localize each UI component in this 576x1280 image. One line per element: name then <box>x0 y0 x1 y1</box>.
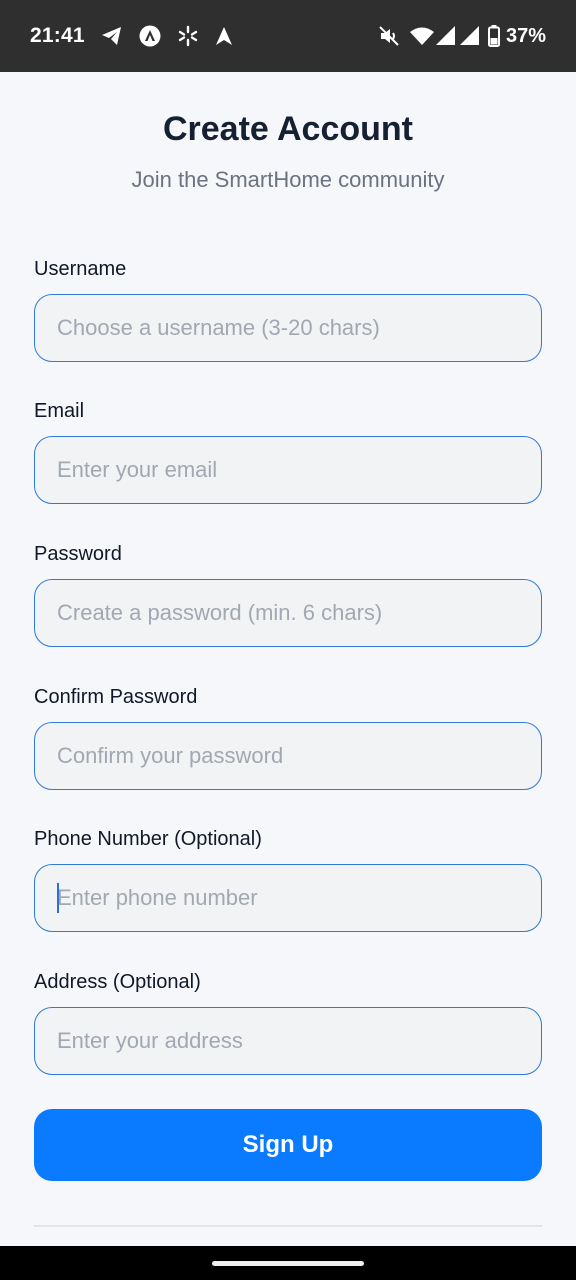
signup-screen: Create Account Join the SmartHome commun… <box>0 72 576 1246</box>
confirm-password-input[interactable] <box>34 722 542 790</box>
username-label: Username <box>34 258 127 280</box>
phone-input[interactable] <box>34 864 542 932</box>
mute-icon <box>378 25 400 47</box>
navigation-bar <box>0 1246 576 1280</box>
battery-icon <box>487 25 500 47</box>
status-left: 21:41 <box>30 24 233 48</box>
page-subtitle: Join the SmartHome community <box>131 167 445 192</box>
password-input[interactable] <box>34 579 542 647</box>
home-gesture-handle[interactable] <box>212 1261 364 1266</box>
sign-up-button[interactable]: Sign Up <box>34 1109 542 1181</box>
password-label: Password <box>34 543 122 565</box>
email-label: Email <box>34 400 85 422</box>
divider <box>34 1225 542 1227</box>
confirm-password-label: Confirm Password <box>34 686 198 708</box>
wifi-icon <box>409 26 434 46</box>
address-label: Address (Optional) <box>34 971 201 993</box>
battery-percent: 37% <box>505 24 546 47</box>
arrow-nav-icon <box>215 26 233 46</box>
telegram-icon <box>101 26 123 46</box>
status-bar: 21:41 37% <box>0 0 576 72</box>
pinwheel-icon <box>177 25 199 47</box>
phone-label: Phone Number (Optional) <box>34 828 262 850</box>
status-right: 37% <box>368 25 546 48</box>
email-input[interactable] <box>34 436 542 504</box>
signal-icon <box>459 26 480 46</box>
app-a-icon <box>139 25 161 47</box>
signal-icon <box>435 26 456 46</box>
page-title: Create Account <box>162 110 414 148</box>
text-cursor <box>57 883 59 913</box>
address-input[interactable] <box>34 1007 542 1075</box>
clock: 21:41 <box>30 24 85 47</box>
username-input[interactable] <box>34 294 542 362</box>
